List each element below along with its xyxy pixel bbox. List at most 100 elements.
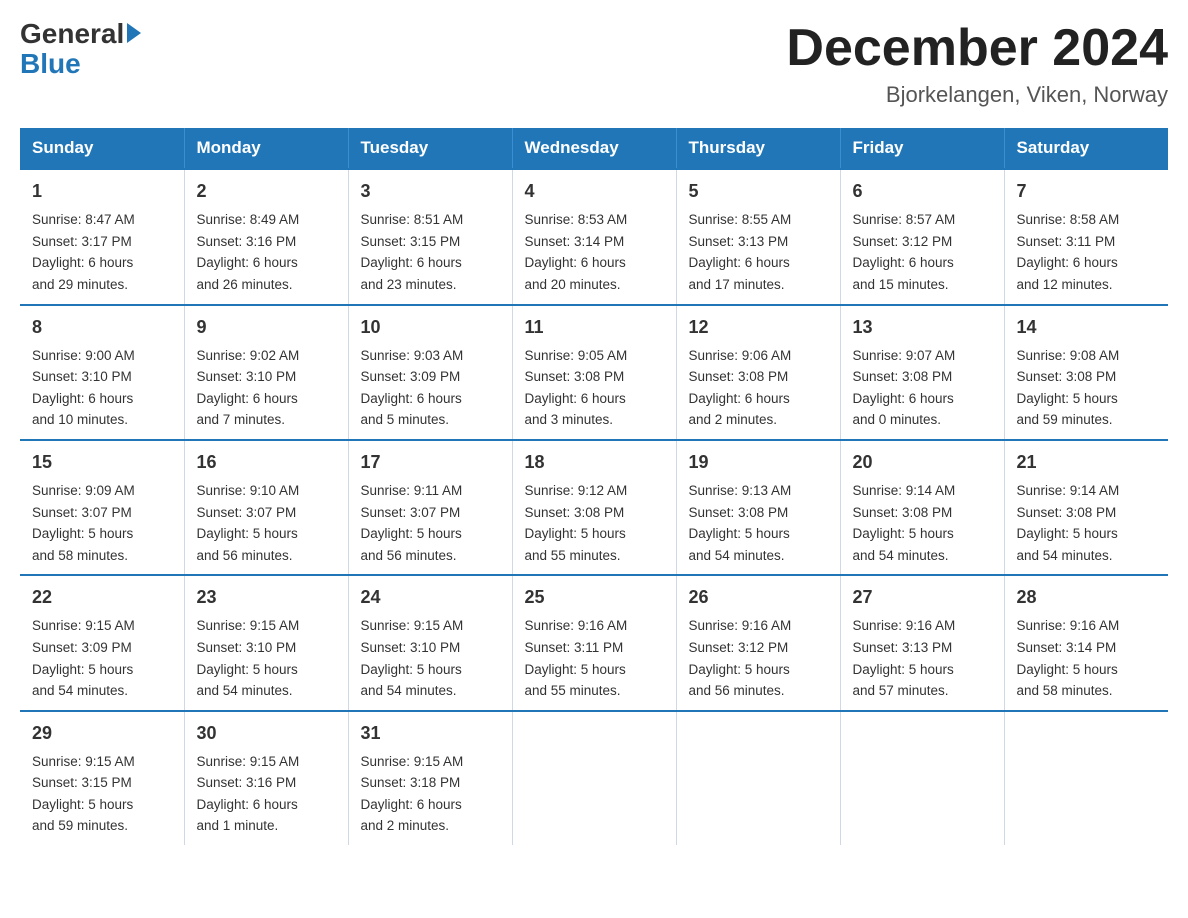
day-info: Sunrise: 8:57 AM Sunset: 3:12 PM Dayligh…	[853, 209, 992, 295]
calendar-cell	[1004, 711, 1168, 845]
calendar-cell: 9 Sunrise: 9:02 AM Sunset: 3:10 PM Daylig…	[184, 305, 348, 440]
header-thursday: Thursday	[676, 128, 840, 169]
calendar-cell: 10 Sunrise: 9:03 AM Sunset: 3:09 PM Dayli…	[348, 305, 512, 440]
day-info: Sunrise: 9:14 AM Sunset: 3:08 PM Dayligh…	[853, 480, 992, 566]
day-info: Sunrise: 8:58 AM Sunset: 3:11 PM Dayligh…	[1017, 209, 1157, 295]
day-number: 8	[32, 314, 172, 341]
calendar-cell: 5Sunrise: 8:55 AM Sunset: 3:13 PM Daylig…	[676, 169, 840, 304]
day-info: Sunrise: 9:16 AM Sunset: 3:12 PM Dayligh…	[689, 615, 828, 701]
calendar-cell: 2 Sunrise: 8:49 AM Sunset: 3:16 PM Daylig…	[184, 169, 348, 304]
day-info: Sunrise: 9:09 AM Sunset: 3:07 PM Dayligh…	[32, 480, 172, 566]
day-info: Sunrise: 9:16 AM Sunset: 3:11 PM Dayligh…	[525, 615, 664, 701]
month-title: December 2024	[786, 20, 1168, 77]
day-number: 29	[32, 720, 172, 747]
day-number: 11	[525, 314, 664, 341]
day-number: 31	[361, 720, 500, 747]
calendar-cell: 13Sunrise: 9:07 AM Sunset: 3:08 PM Dayli…	[840, 305, 1004, 440]
day-info: Sunrise: 9:08 AM Sunset: 3:08 PM Dayligh…	[1017, 345, 1157, 431]
day-number: 15	[32, 449, 172, 476]
day-info: Sunrise: 9:03 AM Sunset: 3:09 PM Dayligh…	[361, 345, 500, 431]
day-number: 18	[525, 449, 664, 476]
day-info: Sunrise: 9:00 AM Sunset: 3:10 PM Dayligh…	[32, 345, 172, 431]
calendar-cell: 20Sunrise: 9:14 AM Sunset: 3:08 PM Dayli…	[840, 440, 1004, 575]
calendar-cell: 19 Sunrise: 9:13 AM Sunset: 3:08 PM Dayli…	[676, 440, 840, 575]
day-info: Sunrise: 9:15 AM Sunset: 3:10 PM Dayligh…	[197, 615, 336, 701]
day-number: 10	[361, 314, 500, 341]
day-number: 4	[525, 178, 664, 205]
header-saturday: Saturday	[1004, 128, 1168, 169]
calendar-cell: 25Sunrise: 9:16 AM Sunset: 3:11 PM Dayli…	[512, 575, 676, 710]
day-info: Sunrise: 8:53 AM Sunset: 3:14 PM Dayligh…	[525, 209, 664, 295]
day-info: Sunrise: 9:15 AM Sunset: 3:15 PM Dayligh…	[32, 751, 172, 837]
day-info: Sunrise: 8:55 AM Sunset: 3:13 PM Dayligh…	[689, 209, 828, 295]
day-number: 16	[197, 449, 336, 476]
header-sunday: Sunday	[20, 128, 184, 169]
day-info: Sunrise: 9:10 AM Sunset: 3:07 PM Dayligh…	[197, 480, 336, 566]
day-number: 12	[689, 314, 828, 341]
calendar-cell: 16 Sunrise: 9:10 AM Sunset: 3:07 PM Dayli…	[184, 440, 348, 575]
page-header: General Blue December 2024 Bjorkelangen,…	[20, 20, 1168, 108]
calendar-cell: 12 Sunrise: 9:06 AM Sunset: 3:08 PM Dayli…	[676, 305, 840, 440]
day-info: Sunrise: 9:05 AM Sunset: 3:08 PM Dayligh…	[525, 345, 664, 431]
day-number: 23	[197, 584, 336, 611]
day-info: Sunrise: 9:12 AM Sunset: 3:08 PM Dayligh…	[525, 480, 664, 566]
day-number: 6	[853, 178, 992, 205]
calendar-cell: 8 Sunrise: 9:00 AM Sunset: 3:10 PM Daylig…	[20, 305, 184, 440]
calendar-header-row: SundayMondayTuesdayWednesdayThursdayFrid…	[20, 128, 1168, 169]
calendar-week-row: 29 Sunrise: 9:15 AM Sunset: 3:15 PM Dayli…	[20, 711, 1168, 845]
calendar-cell: 14 Sunrise: 9:08 AM Sunset: 3:08 PM Dayli…	[1004, 305, 1168, 440]
logo-blue-text: Blue	[20, 48, 81, 80]
calendar-cell: 22Sunrise: 9:15 AM Sunset: 3:09 PM Dayli…	[20, 575, 184, 710]
calendar-cell: 7 Sunrise: 8:58 AM Sunset: 3:11 PM Daylig…	[1004, 169, 1168, 304]
day-info: Sunrise: 9:11 AM Sunset: 3:07 PM Dayligh…	[361, 480, 500, 566]
calendar-cell: 30 Sunrise: 9:15 AM Sunset: 3:16 PM Dayli…	[184, 711, 348, 845]
day-number: 14	[1017, 314, 1157, 341]
calendar-week-row: 1 Sunrise: 8:47 AM Sunset: 3:17 PM Daylig…	[20, 169, 1168, 304]
day-number: 28	[1017, 584, 1157, 611]
logo-triangle-icon	[127, 23, 141, 43]
calendar-cell	[512, 711, 676, 845]
calendar-cell: 31Sunrise: 9:15 AM Sunset: 3:18 PM Dayli…	[348, 711, 512, 845]
day-info: Sunrise: 9:16 AM Sunset: 3:13 PM Dayligh…	[853, 615, 992, 701]
header-wednesday: Wednesday	[512, 128, 676, 169]
calendar-cell: 24 Sunrise: 9:15 AM Sunset: 3:10 PM Dayli…	[348, 575, 512, 710]
day-info: Sunrise: 8:47 AM Sunset: 3:17 PM Dayligh…	[32, 209, 172, 295]
calendar-cell: 11 Sunrise: 9:05 AM Sunset: 3:08 PM Dayli…	[512, 305, 676, 440]
calendar-table: SundayMondayTuesdayWednesdayThursdayFrid…	[20, 128, 1168, 845]
calendar-cell: 23 Sunrise: 9:15 AM Sunset: 3:10 PM Dayli…	[184, 575, 348, 710]
day-number: 13	[853, 314, 992, 341]
header-friday: Friday	[840, 128, 1004, 169]
calendar-week-row: 15 Sunrise: 9:09 AM Sunset: 3:07 PM Dayli…	[20, 440, 1168, 575]
day-info: Sunrise: 9:15 AM Sunset: 3:09 PM Dayligh…	[32, 615, 172, 701]
calendar-cell: 3 Sunrise: 8:51 AM Sunset: 3:15 PM Daylig…	[348, 169, 512, 304]
day-info: Sunrise: 9:16 AM Sunset: 3:14 PM Dayligh…	[1017, 615, 1157, 701]
calendar-cell: 17 Sunrise: 9:11 AM Sunset: 3:07 PM Dayli…	[348, 440, 512, 575]
day-number: 19	[689, 449, 828, 476]
day-number: 3	[361, 178, 500, 205]
day-number: 7	[1017, 178, 1157, 205]
day-number: 9	[197, 314, 336, 341]
calendar-cell: 27 Sunrise: 9:16 AM Sunset: 3:13 PM Dayli…	[840, 575, 1004, 710]
calendar-cell: 28 Sunrise: 9:16 AM Sunset: 3:14 PM Dayli…	[1004, 575, 1168, 710]
day-info: Sunrise: 9:14 AM Sunset: 3:08 PM Dayligh…	[1017, 480, 1157, 566]
day-info: Sunrise: 9:06 AM Sunset: 3:08 PM Dayligh…	[689, 345, 828, 431]
calendar-cell: 26 Sunrise: 9:16 AM Sunset: 3:12 PM Dayli…	[676, 575, 840, 710]
day-number: 27	[853, 584, 992, 611]
day-number: 30	[197, 720, 336, 747]
calendar-week-row: 22Sunrise: 9:15 AM Sunset: 3:09 PM Dayli…	[20, 575, 1168, 710]
calendar-cell: 6 Sunrise: 8:57 AM Sunset: 3:12 PM Daylig…	[840, 169, 1004, 304]
day-number: 2	[197, 178, 336, 205]
logo-general-text: General	[20, 20, 141, 48]
day-info: Sunrise: 8:51 AM Sunset: 3:15 PM Dayligh…	[361, 209, 500, 295]
day-number: 24	[361, 584, 500, 611]
day-info: Sunrise: 9:02 AM Sunset: 3:10 PM Dayligh…	[197, 345, 336, 431]
calendar-cell: 15 Sunrise: 9:09 AM Sunset: 3:07 PM Dayli…	[20, 440, 184, 575]
day-info: Sunrise: 9:15 AM Sunset: 3:16 PM Dayligh…	[197, 751, 336, 837]
day-info: Sunrise: 9:13 AM Sunset: 3:08 PM Dayligh…	[689, 480, 828, 566]
day-number: 17	[361, 449, 500, 476]
day-info: Sunrise: 9:15 AM Sunset: 3:10 PM Dayligh…	[361, 615, 500, 701]
calendar-week-row: 8 Sunrise: 9:00 AM Sunset: 3:10 PM Daylig…	[20, 305, 1168, 440]
day-number: 26	[689, 584, 828, 611]
day-info: Sunrise: 8:49 AM Sunset: 3:16 PM Dayligh…	[197, 209, 336, 295]
day-number: 1	[32, 178, 172, 205]
